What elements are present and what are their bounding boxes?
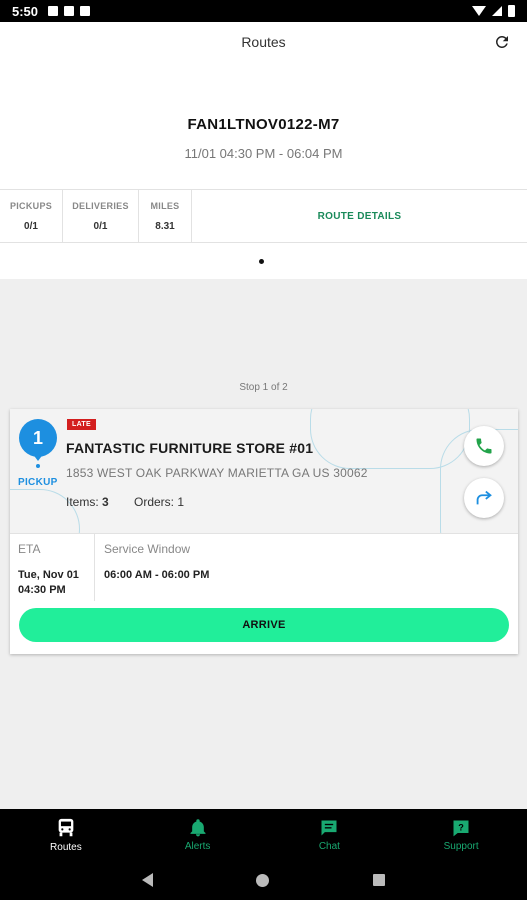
service-window-label: Service Window (104, 542, 191, 556)
service-window-value: 06:00 AM - 06:00 PM (104, 569, 210, 581)
pickups-value: 0/1 (24, 221, 38, 232)
route-id: FAN1LTNOV0122-M7 (187, 116, 340, 133)
stop-type-label: PICKUP (18, 477, 58, 488)
bottom-navigation: Routes Alerts Chat ? Support (0, 809, 527, 860)
nav-chat-label: Chat (318, 840, 340, 852)
stat-miles: MILES 8.31 (139, 190, 192, 242)
signal-icon (492, 6, 502, 16)
directions-icon (476, 490, 492, 505)
stat-pickups: PICKUPS 0/1 (0, 190, 63, 242)
orders-value: 1 (177, 495, 185, 509)
deliveries-label: DELIVERIES (72, 201, 129, 211)
eta-value: Tue, Nov 01 04:30 PM (18, 568, 86, 598)
pin-dot (36, 464, 40, 468)
back-icon[interactable] (141, 873, 153, 887)
route-header: FAN1LTNOV0122-M7 11/01 04:30 PM - 06:04 … (0, 62, 527, 190)
notification-icon (80, 6, 91, 16)
miles-value: 8.31 (155, 221, 175, 232)
items-count: Items: 3 (66, 495, 109, 509)
pin-tail (32, 453, 44, 461)
miles-label: MILES (150, 201, 180, 211)
nav-chat[interactable]: Chat (264, 809, 396, 860)
deliveries-value: 0/1 (93, 221, 108, 232)
eta-row: ETA Tue, Nov 01 04:30 PM Service Window … (10, 533, 518, 601)
stop-indicator: Stop 1 of 2 (239, 382, 288, 393)
status-bar: 5:50 (0, 0, 527, 22)
phone-icon (476, 438, 492, 454)
route-stats: PICKUPS 0/1 DELIVERIES 0/1 MILES 8.31 RO… (0, 189, 527, 243)
call-button[interactable] (464, 426, 504, 466)
route-time-window: 11/01 04:30 PM - 06:04 PM (184, 146, 343, 161)
pickups-label: PICKUPS (9, 201, 53, 211)
stop-number-pin: 1 (19, 419, 57, 457)
late-badge: LATE (67, 419, 96, 430)
page-title: Routes (241, 34, 286, 50)
stop-card-header: 1 PICKUP LATE FANTASTIC FURNITURE STORE … (10, 409, 518, 533)
items-value: 3 (102, 495, 109, 509)
system-navigation (0, 860, 527, 900)
notification-icon (64, 6, 75, 16)
nav-alerts-label: Alerts (184, 840, 211, 852)
battery-icon (508, 5, 515, 17)
bell-icon (190, 818, 206, 836)
route-details-link[interactable]: ROUTE DETAILS (192, 190, 527, 242)
items-label: Items: (66, 495, 99, 509)
home-icon[interactable] (256, 873, 270, 887)
eta-label: ETA (18, 542, 41, 556)
nav-alerts[interactable]: Alerts (132, 809, 264, 860)
orders-label: Orders: (134, 495, 175, 509)
wifi-icon (472, 6, 486, 16)
stat-deliveries: DELIVERIES 0/1 (63, 190, 139, 242)
orders-count: Orders: 1 (134, 495, 184, 509)
notification-icon (48, 6, 59, 16)
stop-card[interactable]: 1 PICKUP LATE FANTASTIC FURNITURE STORE … (10, 409, 518, 654)
eta-section: ETA Tue, Nov 01 04:30 PM (10, 534, 95, 601)
eta-date: Tue, Nov 01 (18, 569, 79, 581)
stop-address: 1853 WEST OAK PARKWAY MARIETTA GA US 300… (66, 466, 368, 480)
support-icon: ? (453, 820, 469, 836)
svg-text:?: ? (458, 822, 464, 832)
directions-button[interactable] (464, 478, 504, 518)
page-indicator (0, 243, 527, 279)
eta-time: 04:30 PM (18, 584, 66, 596)
arrive-button[interactable]: ARRIVE (19, 608, 509, 642)
nav-support-label: Support (443, 840, 479, 852)
page-indicator-dot (259, 259, 264, 264)
recents-icon[interactable] (373, 874, 386, 886)
nav-support[interactable]: ? Support (395, 809, 527, 860)
stop-name: FANTASTIC FURNITURE STORE #01 (66, 440, 314, 456)
service-window-section: Service Window 06:00 AM - 06:00 PM (95, 534, 218, 601)
chat-icon (321, 820, 337, 835)
nav-routes[interactable]: Routes (0, 809, 132, 860)
app-bar: Routes (0, 22, 527, 62)
status-time: 5:50 (12, 3, 39, 19)
nav-routes-label: Routes (50, 841, 82, 853)
truck-icon (58, 818, 74, 836)
refresh-icon[interactable] (491, 31, 513, 53)
